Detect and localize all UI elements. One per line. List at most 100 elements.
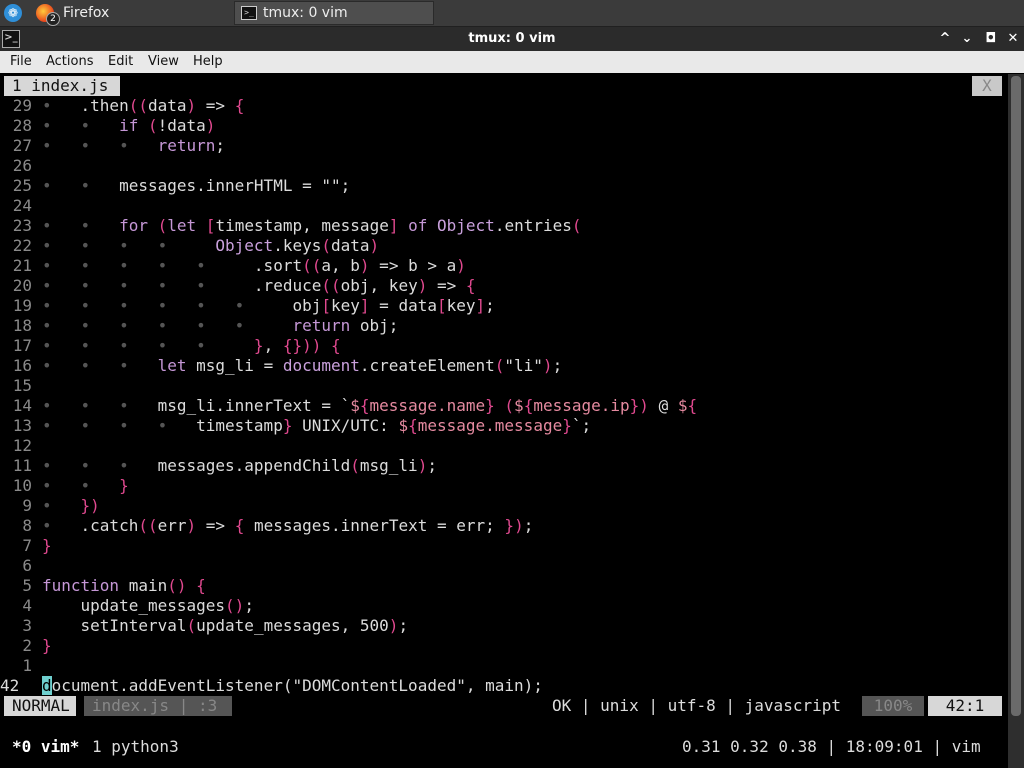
- line-text: }: [42, 536, 52, 555]
- line-text: document.addEventListener("DOMContentLoa…: [42, 676, 543, 696]
- window-count-badge: 2: [46, 12, 60, 26]
- menu-file[interactable]: File: [10, 54, 32, 69]
- line-text: }: [119, 476, 129, 495]
- line-text: }, {})) {: [253, 336, 341, 355]
- line-number: 11: [12, 456, 32, 475]
- taskbar-item-label: Firefox: [63, 5, 110, 21]
- code-line[interactable]: 8 • .catch((err) => { messages.innerText …: [0, 516, 1008, 536]
- code-line[interactable]: 5 function main() {: [0, 576, 1008, 596]
- line-text: function main() {: [42, 576, 206, 595]
- code-line[interactable]: 1: [0, 656, 1008, 676]
- taskbar-item-label: tmux: 0 vim: [263, 5, 348, 21]
- code-line[interactable]: 18 • • • • • • return obj;: [0, 316, 1008, 336]
- code-line[interactable]: 4 update_messages();: [0, 596, 1008, 616]
- taskbar-item-firefox[interactable]: 2 Firefox: [32, 1, 230, 26]
- line-number: 20: [12, 276, 32, 295]
- line-number: 15: [12, 376, 32, 395]
- code-line[interactable]: 23 • • for (let [timestamp, message] of O…: [0, 216, 1008, 236]
- restore-button[interactable]: ⌄: [958, 30, 976, 48]
- line-number: 3: [22, 616, 32, 635]
- code-line[interactable]: 24: [0, 196, 1008, 216]
- vim-tabline: 1 index.js X: [0, 76, 1008, 96]
- taskbar-item-tmux[interactable]: >_ tmux: 0 vim: [234, 1, 434, 25]
- vim-scroll-percent: 100%: [862, 696, 924, 716]
- line-number: 24: [12, 196, 32, 215]
- code-line[interactable]: 14 • • • msg_li.innerText = `${message.na…: [0, 396, 1008, 416]
- line-text: messages.innerHTML = "";: [42, 176, 351, 195]
- menubar: File Actions Edit View Help: [0, 51, 1024, 73]
- line-text: obj[key] = data[key];: [42, 296, 495, 315]
- code-line[interactable]: 11 • • • messages.appendChild(msg_li);: [0, 456, 1008, 476]
- code-line[interactable]: 12: [0, 436, 1008, 456]
- maximize-button[interactable]: ◘: [982, 30, 1000, 48]
- line-number: 17: [12, 336, 32, 355]
- line-number: 25: [12, 176, 32, 195]
- menu-actions[interactable]: Actions: [46, 54, 94, 69]
- code-line[interactable]: 22 • • • • Object.keys(data): [0, 236, 1008, 256]
- code-line[interactable]: 27 • • • return;: [0, 136, 1008, 156]
- code-line-current[interactable]: 42 document.addEventListener("DOMContentL…: [0, 676, 1008, 696]
- close-button[interactable]: ✕: [1004, 30, 1022, 48]
- line-number: 27: [12, 136, 32, 155]
- code-line[interactable]: 20 • • • • • .reduce((obj, key) => {: [0, 276, 1008, 296]
- line-text: .reduce((obj, key) => {: [42, 276, 476, 295]
- line-text: .then((data) => {: [42, 96, 245, 115]
- terminal-scrollbar[interactable]: [1008, 74, 1024, 768]
- code-line[interactable]: 29 • .then((data) => {: [0, 96, 1008, 116]
- line-text: msg_li.innerText = `${message.name} (${m…: [42, 396, 698, 415]
- vim-tab-close-button[interactable]: X: [972, 76, 1002, 96]
- vim-tab-index-js[interactable]: 1 index.js: [4, 76, 120, 96]
- line-number: 2: [22, 636, 32, 655]
- minimize-button[interactable]: ^: [936, 30, 954, 48]
- line-number: 14: [12, 396, 32, 415]
- code-line[interactable]: 13 • • • • timestamp} UNIX/UTC: ${message…: [0, 416, 1008, 436]
- terminal-icon: >_: [241, 6, 257, 20]
- line-text: if (!data): [119, 116, 216, 135]
- line-number-current: 42: [0, 676, 20, 695]
- line-number: 10: [12, 476, 32, 495]
- code-line[interactable]: 25 • • messages.innerHTML = "";: [0, 176, 1008, 196]
- line-text: Object.keys(data): [215, 236, 380, 255]
- code-line[interactable]: 16 • • • let msg_li = document.createElem…: [0, 356, 1008, 376]
- code-line[interactable]: 17 • • • • • }, {})) {: [0, 336, 1008, 356]
- line-number: 22: [12, 236, 32, 255]
- code-line[interactable]: 28 • • if (!data): [0, 116, 1008, 136]
- menu-help[interactable]: Help: [193, 54, 223, 69]
- line-text: for (let [timestamp, message] of Object.…: [119, 216, 582, 235]
- code-line[interactable]: 7}: [0, 536, 1008, 556]
- tmux-statusbar: *0 vim* 1 python3 0.31 0.32 0.38 | 18:09…: [0, 736, 1008, 758]
- line-number: 12: [12, 436, 32, 455]
- code-line[interactable]: 26: [0, 156, 1008, 176]
- code-line[interactable]: 10 • • }: [0, 476, 1008, 496]
- app-menu-icon[interactable]: ❁: [4, 4, 22, 22]
- vim-statusline: NORMAL index.js | :3 OK | unix | utf-8 |…: [0, 696, 1008, 716]
- vim-mode-indicator: NORMAL: [4, 696, 76, 716]
- code-line[interactable]: 2}: [0, 636, 1008, 656]
- menu-edit[interactable]: Edit: [108, 54, 133, 69]
- text-cursor: d: [42, 676, 52, 695]
- line-text: return;: [157, 136, 226, 155]
- tmux-window-0[interactable]: *0 vim*: [12, 736, 79, 758]
- line-number: 6: [22, 556, 32, 575]
- code-line[interactable]: 3 setInterval(update_messages, 500);: [0, 616, 1008, 636]
- line-text: messages.appendChild(msg_li);: [42, 456, 437, 475]
- line-text: .catch((err) => { messages.innerText = e…: [42, 516, 534, 535]
- line-text-rest: ocument.addEventListener("DOMContentLoad…: [51, 676, 543, 695]
- terminal-area[interactable]: 1 index.js X 29 • .then((data) => {28 • • …: [0, 74, 1024, 768]
- line-number: 5: [22, 576, 32, 595]
- scrollbar-thumb[interactable]: [1011, 76, 1021, 716]
- line-text: }: [42, 636, 52, 655]
- window-titlebar: >_ tmux: 0 vim ^ ⌄ ◘ ✕: [0, 27, 1024, 51]
- code-line[interactable]: 21 • • • • • .sort((a, b) => b > a): [0, 256, 1008, 276]
- tmux-window-1[interactable]: 1 python3: [92, 736, 179, 758]
- line-number: 19: [12, 296, 32, 315]
- code-line[interactable]: 15: [0, 376, 1008, 396]
- line-number: 7: [22, 536, 32, 555]
- vim-cursor-position: 42:1: [928, 696, 1002, 716]
- vim-file-info: OK | unix | utf-8 | javascript: [552, 696, 841, 715]
- menu-view[interactable]: View: [148, 54, 179, 69]
- code-line[interactable]: 6: [0, 556, 1008, 576]
- code-line[interactable]: 19 • • • • • • obj[key] = data[key];: [0, 296, 1008, 316]
- code-line[interactable]: 9 • }): [0, 496, 1008, 516]
- line-number: 26: [12, 156, 32, 175]
